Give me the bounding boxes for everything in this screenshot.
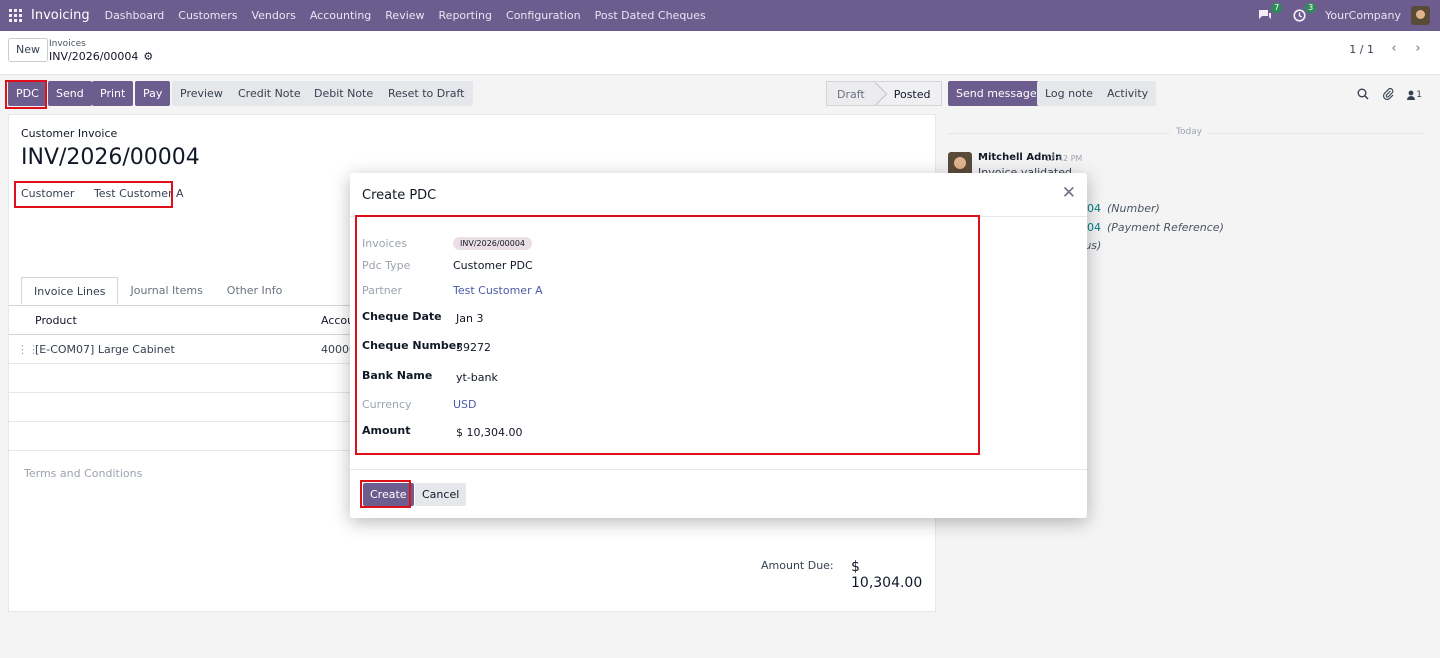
dialog-title: Create PDC	[362, 188, 437, 203]
bank-name-label: Bank Name	[362, 369, 433, 382]
currency-value[interactable]: USD	[453, 398, 477, 411]
invoice-tag[interactable]: INV/2026/00004	[453, 237, 533, 250]
partner-value[interactable]: Test Customer A	[453, 284, 543, 297]
footer-divider	[350, 469, 1087, 470]
cancel-button[interactable]: Cancel	[415, 483, 467, 506]
bank-name-field[interactable]: yt-bank	[456, 371, 498, 384]
amount-label: Amount	[362, 424, 411, 437]
cheque-date-field[interactable]: Jan 3	[456, 312, 483, 325]
pdc-type-value[interactable]: Customer PDC	[453, 259, 533, 272]
amount-field[interactable]: $ 10,304.00	[456, 426, 522, 439]
header-divider	[350, 216, 1087, 217]
create-pdc-dialog: Create PDC ✕ Invoices INV/2026/00004 Pdc…	[350, 173, 1087, 518]
partner-label: Partner	[362, 284, 402, 297]
invoices-label: Invoices	[362, 237, 408, 250]
close-icon[interactable]: ✕	[1062, 185, 1076, 202]
pdc-type-label: Pdc Type	[362, 259, 411, 272]
cheque-number-field[interactable]: 39272	[456, 341, 491, 354]
cheque-date-label: Cheque Date	[362, 310, 442, 323]
currency-label: Currency	[362, 398, 412, 411]
create-button[interactable]: Create	[363, 483, 414, 506]
cheque-number-label: Cheque Number	[362, 339, 462, 352]
